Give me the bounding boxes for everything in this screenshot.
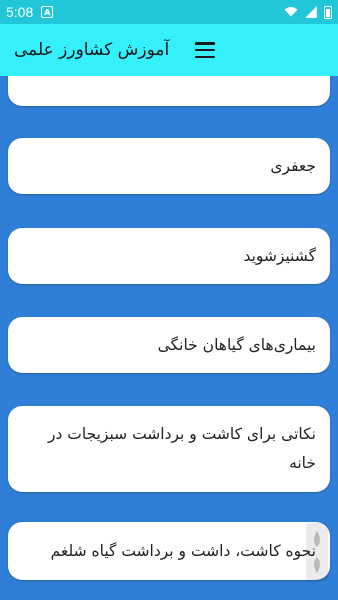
list-item-label: گشنیزشوید [243, 246, 316, 265]
status-time: 5:08 [6, 4, 34, 20]
menu-icon[interactable] [195, 42, 216, 58]
list-item[interactable]: نکاتی برای کاشت و برداشت سبزیجات در خانه [8, 406, 330, 492]
battery-icon [324, 5, 332, 19]
list-item-label: نحوه کاشت، داشت و برداشت گیاه شلغم [50, 541, 316, 560]
list-item[interactable] [8, 76, 330, 106]
signal-icon [305, 6, 317, 18]
content-list[interactable]: جعفری گشنیزشوید بیماری‌های گیاهان خانگی … [0, 76, 338, 600]
list-item[interactable]: گشنیزشوید [8, 228, 330, 284]
status-icons [284, 5, 332, 19]
page-title: آموزش کشاورز علمی [14, 40, 170, 60]
list-item-label: جعفری [270, 156, 316, 175]
list-item-label: نکاتی برای کاشت و برداشت سبزیجات در خانه [47, 425, 316, 472]
status-bar: 5:08 A [0, 0, 338, 24]
list-item-label: بیماری‌های گیاهان خانگی [157, 335, 316, 354]
notification-icon: A [41, 6, 54, 18]
app-bar: آموزش کشاورز علمی [0, 24, 338, 76]
list-item[interactable]: نحوه کاشت، داشت و برداشت گیاه شلغم [8, 522, 330, 580]
list-item[interactable]: بیماری‌های گیاهان خانگی [8, 317, 330, 373]
list-item[interactable]: جعفری [8, 138, 330, 194]
fast-scroll-handle[interactable] [306, 523, 328, 581]
scroll-handle-icon [314, 531, 320, 573]
wifi-icon [284, 7, 298, 17]
